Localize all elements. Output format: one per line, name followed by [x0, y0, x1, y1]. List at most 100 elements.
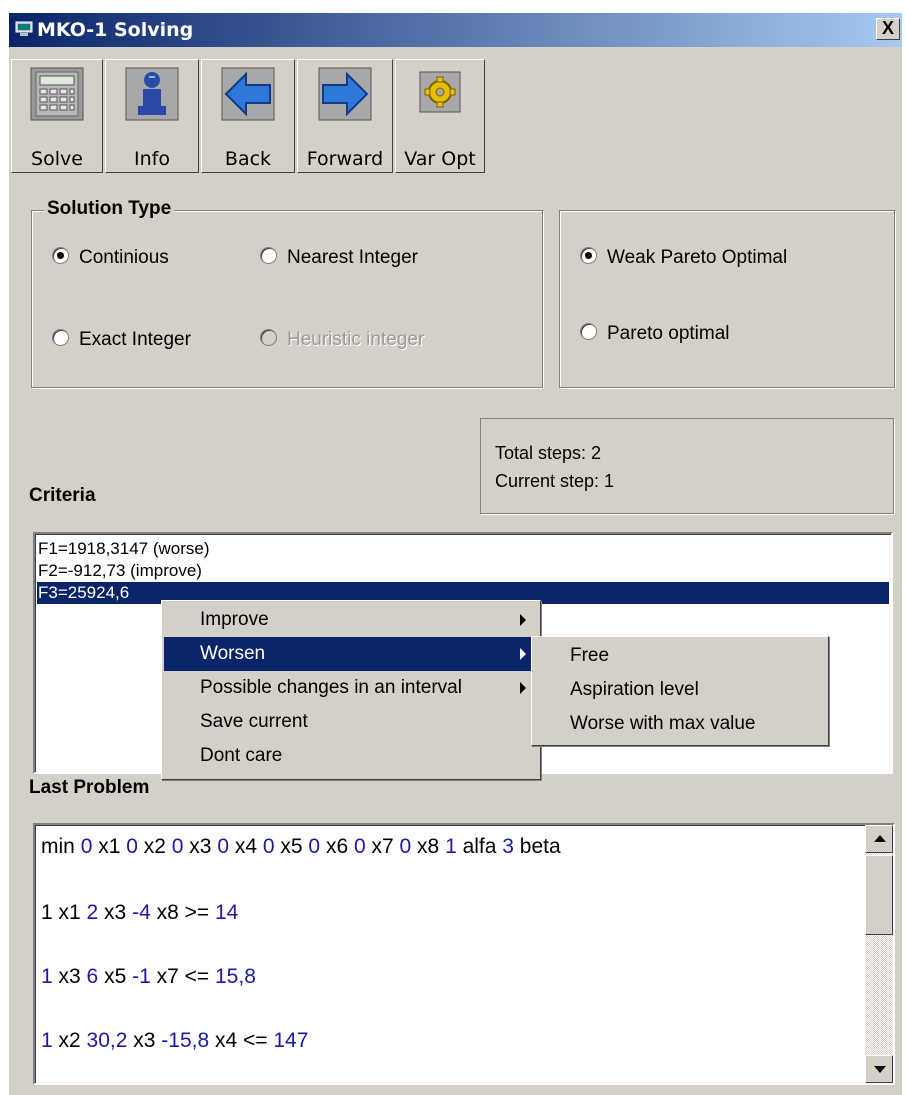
var-opt-button[interactable]: Var Opt: [395, 59, 485, 173]
problem-line-constraint-1: 1 x1 2 x3 -4 x8 >= 14: [41, 901, 238, 925]
back-button[interactable]: Back: [201, 59, 295, 173]
last-problem-label: Last Problem: [29, 777, 150, 798]
arrow-right-icon: [318, 67, 372, 121]
radio-empty-icon: [260, 247, 277, 265]
submenu-arrow-icon: [520, 614, 526, 626]
radio-exact-integer[interactable]: Exact Integer: [52, 329, 191, 351]
coefficient: 0: [171, 835, 184, 858]
gear-icon: [419, 71, 461, 113]
info-label: Info: [134, 148, 170, 170]
coefficient: 0: [217, 835, 230, 858]
menu-item-improve[interactable]: Improve: [164, 603, 538, 637]
menu-item-worsen[interactable]: Worsen: [164, 637, 538, 671]
list-item[interactable]: F1=1918,3147 (worse): [37, 538, 889, 560]
problem-text: min: [41, 835, 81, 858]
problem-text: x3: [183, 835, 218, 858]
title-bar[interactable]: MKO-1 Solving X: [9, 13, 902, 47]
submenu-item-worse-with-max-value[interactable]: Worse with max value: [534, 707, 826, 741]
submenu-item-free[interactable]: Free: [534, 639, 826, 673]
coefficient: 3: [502, 835, 514, 858]
back-label: Back: [224, 148, 272, 170]
radio-pareto-optimal[interactable]: Pareto optimal: [580, 323, 730, 345]
problem-text: x5: [98, 965, 133, 988]
problem-text: x8: [411, 835, 446, 858]
worsen-submenu: Free Aspiration level Worse with max val…: [531, 636, 829, 746]
problem-text: x1: [92, 835, 127, 858]
coefficient: 0: [308, 835, 321, 858]
solution-type-title: Solution Type: [44, 198, 175, 220]
problem-text: x2: [137, 835, 172, 858]
radio-empty-icon: [52, 329, 69, 347]
radio-nearest-integer[interactable]: Nearest Integer: [260, 247, 418, 269]
criteria-label: Criteria: [29, 485, 96, 506]
scroll-thumb[interactable]: [865, 855, 893, 935]
calculator-icon: [30, 67, 84, 121]
close-icon: X: [881, 18, 894, 38]
problem-line-constraint-2: 1 x3 6 x5 -1 x7 <= 15,8: [41, 965, 256, 989]
coefficient: 2: [86, 901, 99, 924]
radio-empty-icon: [580, 323, 597, 341]
scroll-up-button[interactable]: [865, 825, 893, 853]
radio-weak-pareto[interactable]: Weak Pareto Optimal: [580, 247, 787, 269]
info-button[interactable]: Info: [105, 59, 199, 173]
coefficient: 0: [399, 835, 412, 858]
forward-button[interactable]: Forward: [297, 59, 393, 173]
problem-text: x3: [52, 965, 87, 988]
coefficient: 1: [445, 835, 457, 858]
vertical-scrollbar[interactable]: [865, 825, 893, 1083]
menu-item-possible-changes[interactable]: Possible changes in an interval: [164, 671, 538, 705]
solution-type-group: Solution Type Continious Nearest Integer…: [31, 198, 543, 388]
problem-text: x4: [229, 835, 263, 858]
radio-empty-icon: [260, 329, 277, 347]
coefficient: -4: [132, 901, 151, 924]
var-opt-label: Var Opt: [404, 148, 476, 170]
coefficient: 1: [41, 1029, 53, 1052]
pareto-group: Weak Pareto Optimal Pareto optimal: [559, 210, 895, 388]
submenu-arrow-icon: [520, 682, 526, 694]
close-button[interactable]: X: [876, 18, 900, 40]
menu-item-save-current[interactable]: Save current: [164, 705, 538, 739]
submenu-arrow-icon: [520, 648, 526, 660]
problem-text: x3: [98, 901, 133, 924]
coefficient: -15,8: [161, 1029, 210, 1052]
coefficient: -1: [132, 965, 151, 988]
context-menu: Improve Worsen Possible changes in an in…: [161, 600, 541, 780]
radio-pareto-optimal-label: Pareto optimal: [607, 323, 730, 344]
radio-weak-pareto-label: Weak Pareto Optimal: [607, 247, 788, 268]
total-steps: Total steps: 2: [495, 443, 602, 463]
problem-text: x7 <=: [150, 965, 215, 988]
problem-text: x6: [320, 835, 354, 858]
radio-exact-integer-label: Exact Integer: [79, 329, 191, 350]
menu-item-improve-label: Improve: [200, 609, 269, 630]
solve-button[interactable]: Solve: [11, 59, 103, 173]
submenu-item-aspiration-level[interactable]: Aspiration level: [534, 673, 826, 707]
coefficient: 14: [214, 901, 239, 924]
list-item[interactable]: F2=-912,73 (improve): [37, 560, 889, 582]
problem-text: x3: [127, 1029, 162, 1052]
radio-selected-icon: [580, 247, 597, 265]
current-step: Current step: 1: [495, 471, 615, 491]
last-problem-text[interactable]: min 0 x1 0 x2 0 x3 0 x4 0 x5 0 x6 0 x7 0…: [33, 823, 895, 1085]
radio-continious[interactable]: Continious: [52, 247, 169, 269]
menu-item-dont-care-label: Dont care: [200, 745, 283, 766]
steps-panel: Total steps: 2 Current step: 1: [480, 418, 894, 514]
solve-label: Solve: [31, 148, 83, 170]
menu-item-dont-care[interactable]: Dont care: [164, 739, 538, 773]
coefficient: 30,2: [86, 1029, 128, 1052]
problem-text: x5: [274, 835, 309, 858]
coefficient: 0: [262, 835, 275, 858]
coefficient: 0: [80, 835, 93, 858]
problem-text: alfa: [456, 835, 503, 858]
problem-text: x2: [52, 1029, 87, 1052]
problem-line-objective: min 0 x1 0 x2 0 x3 0 x4 0 x5 0 x6 0 x7 0…: [41, 835, 561, 859]
radio-selected-icon: [52, 247, 69, 265]
scroll-down-button[interactable]: [865, 1055, 893, 1083]
window-title: MKO-1 Solving: [37, 19, 194, 41]
problem-text: x7: [365, 835, 400, 858]
radio-heuristic-integer: Heuristic integer: [260, 329, 424, 351]
problem-text: x4 <=: [209, 1029, 274, 1052]
person-info-icon: [125, 67, 179, 121]
app-icon: [15, 21, 33, 36]
arrow-down-icon: [874, 1066, 886, 1073]
coefficient: 6: [86, 965, 99, 988]
